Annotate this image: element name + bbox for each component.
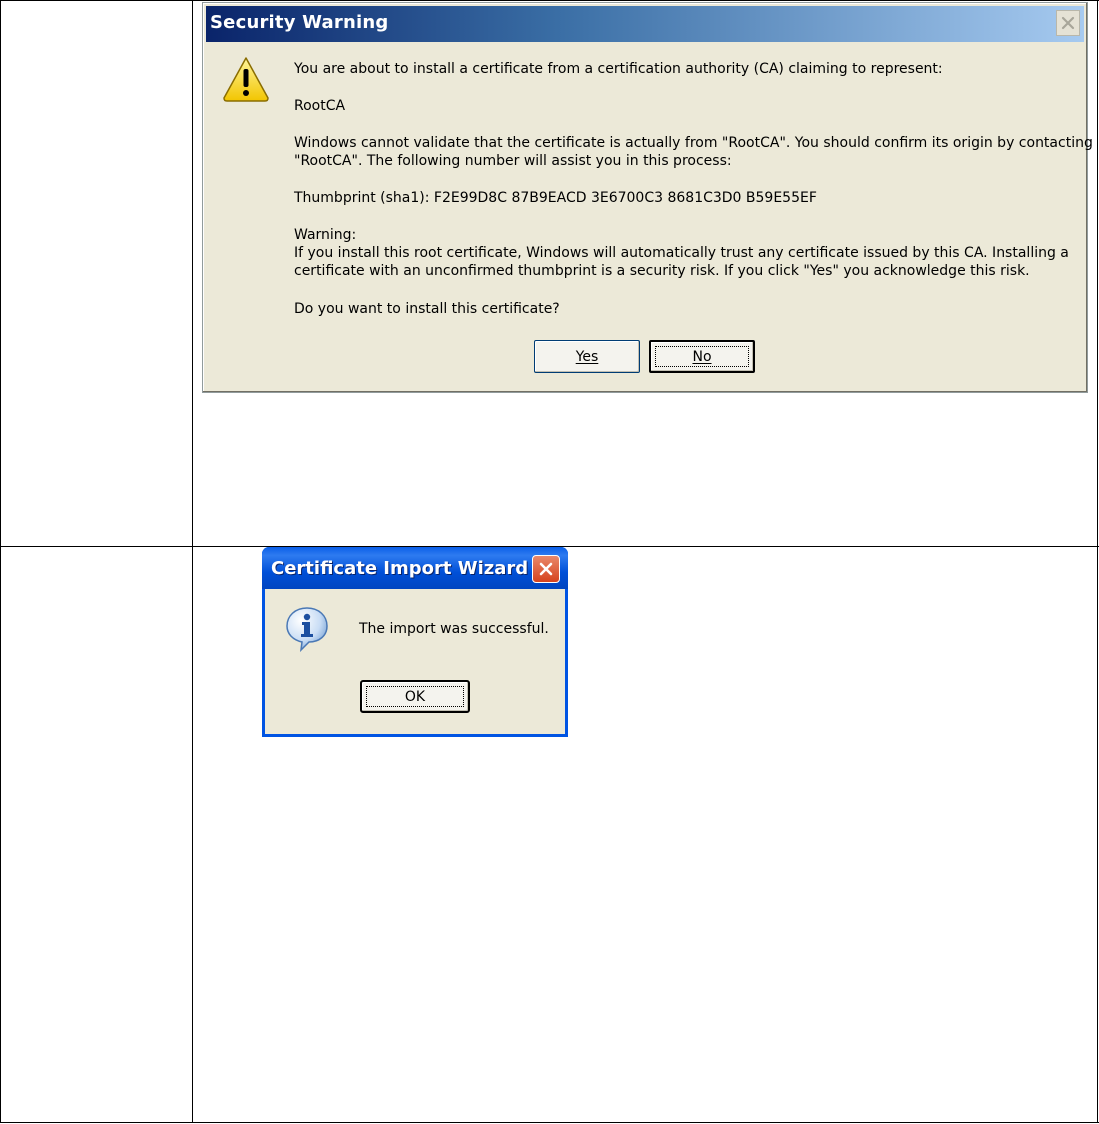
- warning-text-line2: certificate with an unconfirmed thumbpri…: [294, 263, 1030, 279]
- warning-text-line1: If you install this root certificate, Wi…: [294, 245, 1069, 261]
- table-column-divider: [192, 0, 193, 1123]
- security-warning-dialog: Security Warning You are about to instal…: [202, 2, 1093, 393]
- yes-button[interactable]: Yes: [534, 340, 640, 373]
- security-warning-titlebar[interactable]: Security Warning: [206, 6, 1084, 42]
- import-wizard-titlebar[interactable]: Certificate Import Wizard: [262, 547, 568, 589]
- warning-triangle-icon: [223, 57, 269, 102]
- table-left-border: [0, 0, 1, 1123]
- warning-label: Warning:: [294, 227, 357, 243]
- table-bottom-border: [0, 1122, 1099, 1123]
- table-right-border: [1097, 0, 1098, 1123]
- close-icon: [1061, 16, 1075, 30]
- no-button[interactable]: No: [649, 340, 755, 373]
- info-icon: [286, 607, 328, 652]
- validate-text-line2: "RootCA". The following number will assi…: [294, 153, 732, 169]
- import-success-message: The import was successful.: [359, 621, 549, 637]
- table-top-border: [0, 0, 1099, 1]
- close-button[interactable]: [532, 555, 560, 583]
- ok-button[interactable]: OK: [360, 680, 470, 713]
- focus-ring: [366, 686, 464, 707]
- certificate-import-wizard-dialog: Certificate Import Wizard The import was…: [262, 547, 568, 737]
- ca-name-text: RootCA: [294, 98, 346, 114]
- intro-text: You are about to install a certificate f…: [294, 61, 943, 77]
- yes-button-label: Yes: [575, 348, 599, 365]
- validate-text-line1: Windows cannot validate that the certifi…: [294, 135, 1093, 151]
- import-wizard-title: Certificate Import Wizard: [271, 558, 529, 579]
- close-button[interactable]: [1056, 10, 1080, 36]
- focus-ring: [655, 346, 749, 367]
- security-warning-title: Security Warning: [210, 12, 389, 33]
- question-text: Do you want to install this certificate?: [294, 301, 560, 317]
- close-icon: [539, 562, 553, 576]
- thumbprint-text: Thumbprint (sha1): F2E99D8C 87B9EACD 3E6…: [294, 190, 817, 206]
- import-wizard-body: The import was successful. OK: [265, 589, 565, 734]
